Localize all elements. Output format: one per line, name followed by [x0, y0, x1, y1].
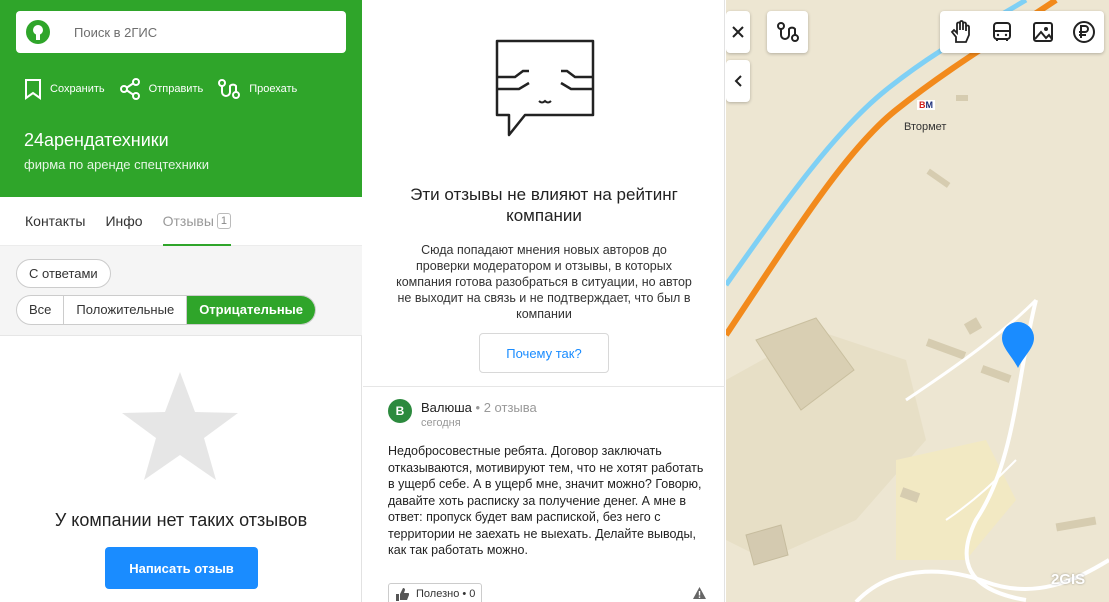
- notice-description: Сюда попадают мнения новых авторов до пр…: [396, 243, 692, 321]
- report-warning-icon[interactable]: [693, 587, 706, 599]
- useful-label: Полезно: [416, 588, 460, 600]
- company-panel: Сохранить Отправить Проехать 24арендатех…: [0, 0, 362, 602]
- useful-button[interactable]: Полезно • 0: [388, 583, 483, 602]
- review-author[interactable]: Валюша • 2 отзыва: [421, 400, 537, 415]
- empty-reviews-message: У компании нет таких отзывов: [54, 510, 308, 530]
- review-date: сегодня: [421, 417, 461, 429]
- close-panel-button[interactable]: [726, 11, 750, 53]
- 2gis-logo-icon[interactable]: [26, 20, 50, 44]
- 2gis-watermark: 2GIS: [1051, 571, 1086, 588]
- divider: [363, 386, 725, 387]
- vtormet-logo-right: М: [925, 100, 934, 110]
- search-box[interactable]: [16, 11, 346, 53]
- route-label: Проехать: [249, 83, 298, 95]
- map-canvas[interactable]: [726, 0, 1109, 602]
- prices-button[interactable]: [1069, 17, 1099, 47]
- useful-count: 0: [469, 588, 476, 600]
- vtormet-logo[interactable]: ВМ: [917, 100, 935, 110]
- map-tools: [940, 11, 1104, 53]
- with-answers-filter[interactable]: С ответами: [16, 259, 111, 288]
- write-review-button[interactable]: Написать отзыв: [105, 547, 258, 589]
- author-name: Валюша: [421, 400, 472, 415]
- company-name: 24арендатехники: [24, 130, 169, 150]
- share-icon: [119, 78, 140, 100]
- photos-button[interactable]: [1028, 17, 1058, 47]
- hand-tool-button[interactable]: [946, 17, 976, 47]
- bus-icon: [992, 22, 1011, 41]
- route-icon: [776, 22, 799, 42]
- tab-info[interactable]: Инфо: [105, 197, 142, 246]
- company-actions: Сохранить Отправить Проехать: [24, 78, 311, 100]
- review-type-selector: Все Положительные Отрицательные: [16, 295, 317, 325]
- route-icon: [218, 79, 241, 99]
- save-label: Сохранить: [50, 83, 105, 95]
- tab-reviews-label: Отзывы: [162, 213, 214, 229]
- empty-star-icon: [122, 372, 238, 480]
- review-filters: С ответами Все Положительные Отрицательн…: [0, 246, 362, 336]
- route-button[interactable]: Проехать: [217, 78, 297, 100]
- collapse-icon: [734, 75, 742, 87]
- save-button[interactable]: Сохранить: [24, 78, 105, 100]
- photo-icon: [1032, 22, 1053, 42]
- author-review-count: 2 отзыва: [483, 400, 537, 415]
- tab-contacts[interactable]: Контакты: [25, 197, 85, 246]
- transport-button[interactable]: [987, 17, 1017, 47]
- filter-negative[interactable]: Отрицательные: [187, 296, 316, 324]
- share-label: Отправить: [148, 83, 204, 95]
- filter-all[interactable]: Все: [17, 296, 65, 324]
- company-header: Сохранить Отправить Проехать 24арендатех…: [0, 0, 362, 197]
- filter-positive[interactable]: Положительные: [64, 296, 188, 324]
- vtormet-label[interactable]: Втормет: [904, 121, 946, 133]
- company-tabs: Контакты Инфо Отзывы 1: [0, 197, 362, 246]
- search-input[interactable]: [74, 24, 334, 40]
- thumbs-up-icon: [396, 587, 409, 601]
- share-button[interactable]: Отправить: [119, 78, 204, 100]
- why-button[interactable]: Почему так?: [479, 333, 609, 373]
- close-icon: [732, 26, 744, 38]
- reviews-panel: Эти отзывы не влияют на рейтинг компании…: [363, 0, 725, 602]
- collapse-panel-button[interactable]: [726, 60, 750, 102]
- speech-bubble-illustration-icon: [495, 39, 595, 137]
- hand-icon: [950, 20, 970, 43]
- map-view[interactable]: ВМ Втормет 2GIS: [726, 0, 1109, 602]
- review-text: Недобросовестные ребята. Договор заключа…: [388, 444, 704, 557]
- company-subtitle: фирма по аренде спецтехники: [24, 157, 210, 172]
- tab-reviews[interactable]: Отзывы 1: [162, 197, 232, 246]
- route-map-button[interactable]: [767, 11, 808, 53]
- bookmark-icon: [25, 79, 41, 100]
- reviews-count-badge: 1: [216, 213, 232, 229]
- notice-title: Эти отзывы не влияют на рейтинг компании: [410, 185, 678, 225]
- ruble-icon: [1072, 21, 1095, 43]
- avatar[interactable]: В: [388, 399, 412, 423]
